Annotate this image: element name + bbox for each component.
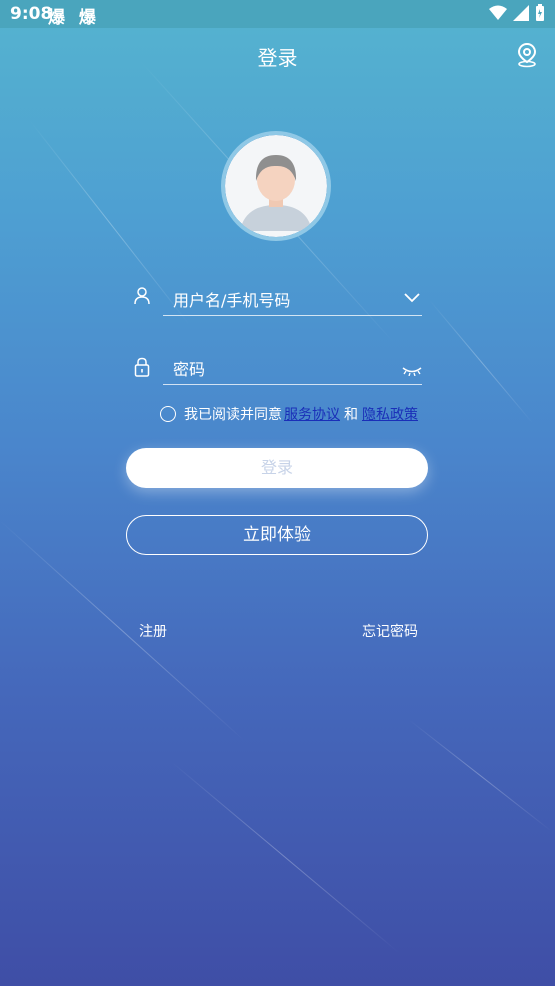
battery-icon	[536, 4, 544, 21]
bg-streak	[429, 300, 533, 424]
forgot-password-link[interactable]: 忘记密码	[362, 621, 418, 641]
username-field[interactable]: 用户名/手机号码	[163, 285, 422, 316]
bg-streak	[169, 760, 400, 954]
agreement-row: 我已阅读并同意 服务协议 和 隐私政策	[160, 404, 418, 424]
privacy-policy-link[interactable]: 隐私政策	[362, 404, 418, 424]
agreement-checkbox[interactable]	[160, 406, 176, 422]
avatar[interactable]	[221, 131, 331, 241]
location-pin-icon[interactable]	[515, 42, 539, 68]
eye-closed-icon[interactable]	[402, 366, 422, 376]
status-notifications: 爆 爆	[48, 8, 100, 28]
status-bar: 9:08 爆 爆	[0, 0, 555, 28]
status-time: 9:08	[10, 4, 53, 24]
wifi-icon	[489, 5, 507, 20]
trial-button[interactable]: 立即体验	[126, 515, 428, 555]
password-placeholder: 密码	[173, 360, 206, 379]
user-avatar-icon	[225, 135, 327, 237]
lock-icon	[134, 357, 150, 377]
register-link[interactable]: 注册	[139, 621, 167, 641]
chevron-down-icon[interactable]	[404, 293, 420, 303]
agreement-prefix: 我已阅读并同意	[184, 407, 282, 423]
user-icon	[134, 287, 150, 305]
agreement-and: 和	[344, 407, 358, 423]
bg-streak	[409, 720, 552, 832]
status-icons	[489, 4, 545, 22]
login-button[interactable]: 登录	[126, 448, 428, 488]
username-placeholder: 用户名/手机号码	[173, 291, 291, 310]
signal-icon	[513, 5, 529, 21]
page-title: 登录	[257, 46, 298, 70]
service-agreement-link[interactable]: 服务协议	[284, 404, 340, 424]
password-field[interactable]: 密码	[163, 354, 422, 385]
